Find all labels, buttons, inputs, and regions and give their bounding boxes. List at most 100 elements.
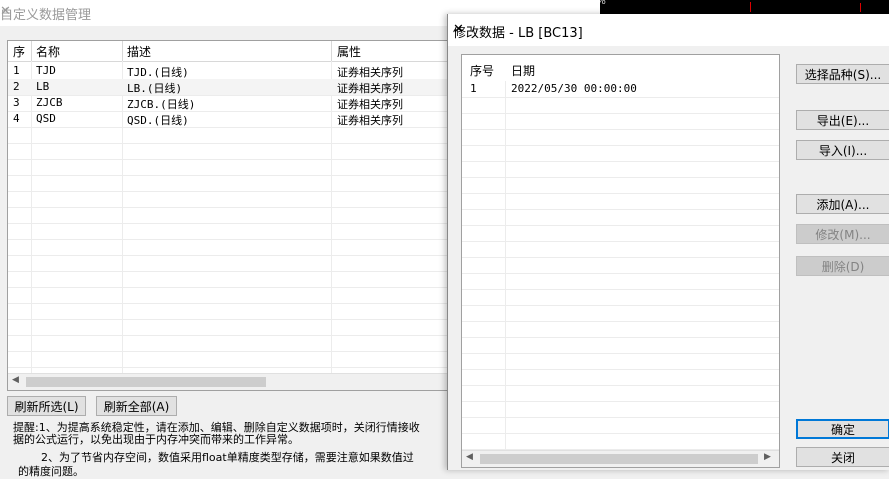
scrollbar-thumb[interactable] [26,377,266,387]
select-variety-button[interactable]: 选择品种(S)... [796,64,889,84]
tip-line-2: 据的公式运行，以免出现由于内存冲突而带来的工作异常。 [13,433,299,446]
add-button[interactable]: 添加(A)... [796,194,889,214]
refresh-all-button[interactable]: 刷新全部(A) [96,396,177,416]
column-divider [122,41,123,61]
empty-row [462,321,779,338]
empty-row [462,113,779,130]
right-dialog-titlebar: 修改数据 - LB [BC13] ✕ [448,14,889,46]
modify-data-dialog: 修改数据 - LB [BC13] ✕ 序号 日期 1 2022/05/30 00… [447,14,889,470]
empty-row [462,161,779,178]
row-attr: 证券相关序列 [337,114,403,127]
grid-header: 序 名称 描述 属性 [8,41,449,62]
empty-row [462,193,779,210]
horizontal-scrollbar[interactable]: ◀ [8,373,449,390]
empty-row [462,225,779,242]
list-item[interactable]: 1 2022/05/30 00:00:00 [462,81,779,98]
background-red-mark [860,3,861,12]
empty-row [462,209,779,226]
empty-row [462,305,779,322]
close-icon[interactable]: ✕ [453,22,464,37]
empty-row [462,433,779,450]
empty-row [8,207,449,224]
empty-row [462,241,779,258]
empty-row [462,401,779,418]
scroll-right-icon[interactable]: ▶ [764,452,771,462]
row-no: 4 [13,112,20,125]
tip-line-3: 2、为了节省内存空间，数值采用float单精度类型存储，需要注意如果数值过 [41,451,414,464]
row-no: 3 [13,96,20,109]
row-attr: 证券相关序列 [337,82,403,95]
empty-row [8,127,449,144]
scroll-left-icon[interactable]: ◀ [466,452,473,462]
row-desc: QSD.(日线) [127,114,189,127]
empty-row [8,303,449,320]
horizontal-scrollbar[interactable]: ◀ ▶ [462,450,779,467]
modify-button[interactable]: 修改(M)... [796,224,889,244]
close-button[interactable]: 关闭 [796,447,889,467]
empty-row [8,191,449,208]
column-divider [331,41,332,61]
background-chart-strip: 0% [590,0,889,14]
column-header-name[interactable]: 名称 [36,43,60,60]
empty-row [8,351,449,368]
empty-row [8,159,449,176]
empty-row [462,337,779,354]
row-date: 2022/05/30 00:00:00 [511,82,637,95]
table-row[interactable]: 1 TJD TJD.(日线) 证券相关序列 [8,63,449,80]
empty-row [462,353,779,370]
list-header: 序号 日期 [462,55,779,81]
empty-row [462,417,779,434]
right-dialog-title: 修改数据 - LB [BC13] [453,26,583,41]
row-no: 2 [13,80,20,93]
row-desc: LB.(日线) [127,82,183,95]
delete-button[interactable]: 删除(D) [796,256,889,276]
empty-row [462,177,779,194]
row-name: QSD [36,112,56,125]
column-header-attr[interactable]: 属性 [337,43,361,60]
left-dialog-title: 自定义数据管理 [0,8,92,23]
ok-button[interactable]: 确定 [796,419,889,439]
empty-row [8,255,449,272]
scroll-left-icon[interactable]: ◀ [12,375,19,385]
empty-row [8,335,449,352]
export-button[interactable]: 导出(E)... [796,110,889,130]
row-no: 1 [470,82,477,95]
close-icon[interactable]: ✕ [0,4,11,19]
row-name: ZJCB [36,96,63,109]
empty-row [462,257,779,274]
empty-row [8,287,449,304]
empty-row [462,385,779,402]
empty-row [462,369,779,386]
row-attr: 证券相关序列 [337,66,403,79]
refresh-selected-button[interactable]: 刷新所选(L) [7,396,86,416]
empty-row [462,289,779,306]
empty-row [8,223,449,240]
custom-data-grid[interactable]: 序 名称 描述 属性 1 TJD TJD.(日线) 证券相关序列 2 LB LB… [7,40,450,391]
table-row[interactable]: 3 ZJCB ZJCB.(日线) 证券相关序列 [8,95,449,112]
column-header-date[interactable]: 日期 [511,62,535,79]
background-red-mark [750,2,751,12]
row-desc: TJD.(日线) [127,66,189,79]
row-name: TJD [36,64,56,77]
table-row[interactable]: 4 QSD QSD.(日线) 证券相关序列 [8,111,449,128]
tip-line-4: 的精度问题。 [18,465,84,478]
scrollbar-thumb[interactable] [480,454,758,464]
row-desc: ZJCB.(日线) [127,98,196,111]
row-name: LB [36,80,50,93]
column-header-desc[interactable]: 描述 [127,43,151,60]
empty-row [8,175,449,192]
import-button[interactable]: 导入(I)... [796,140,889,160]
row-attr: 证券相关序列 [337,98,403,111]
empty-row [8,319,449,336]
column-divider [31,41,32,61]
empty-row [8,143,449,160]
column-header-no[interactable]: 序号 [470,62,494,79]
empty-row [462,273,779,290]
column-header-no[interactable]: 序 [13,43,25,60]
row-no: 1 [13,64,20,77]
empty-row [462,129,779,146]
empty-row [462,145,779,162]
table-row[interactable]: 2 LB LB.(日线) 证券相关序列 [8,79,449,96]
empty-row [8,271,449,288]
data-list[interactable]: 序号 日期 1 2022/05/30 00:00:00 ◀ ▶ [461,54,780,468]
